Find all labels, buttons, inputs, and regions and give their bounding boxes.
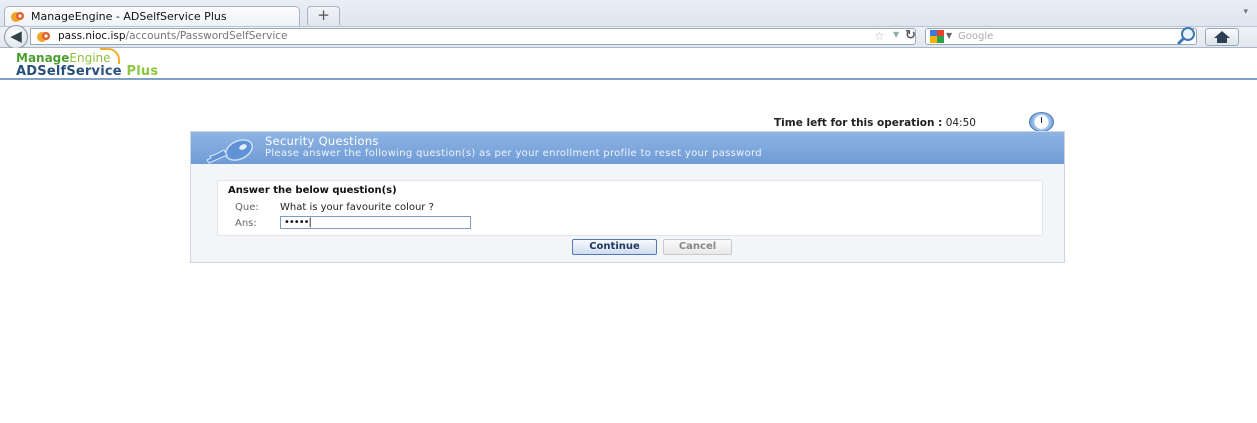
browser-tab[interactable]: ManageEngine - ADSelfService Plus xyxy=(4,6,300,26)
url-path: /accounts/PasswordSelfService xyxy=(125,30,288,42)
search-engine-dropdown-icon[interactable]: ▼ xyxy=(946,31,952,40)
site-favicon-icon xyxy=(37,32,50,42)
bookmark-star-icon[interactable]: ☆ xyxy=(874,29,885,43)
panel-subtitle: Please answer the following question(s) … xyxy=(265,148,762,159)
home-icon xyxy=(1214,31,1230,43)
question-label: Que: xyxy=(235,202,259,213)
app-header: ManageEngine ADSelfService Plus xyxy=(0,48,1257,80)
operation-timer: Time left for this operation : 04:50 xyxy=(774,117,976,129)
timer-value: 04:50 xyxy=(945,117,976,129)
security-questions-panel: Security Questions Please answer the fol… xyxy=(190,131,1065,263)
url-text: pass.nioc.isp/accounts/PasswordSelfServi… xyxy=(58,30,288,42)
continue-button[interactable]: Continue xyxy=(572,239,657,255)
tab-title: ManageEngine - ADSelfService Plus xyxy=(31,10,227,23)
panel-title: Security Questions xyxy=(265,134,379,148)
browser-tab-bar: ManageEngine - ADSelfService Plus + ▾ xyxy=(0,0,1257,27)
question-box: Answer the below question(s) Que: What i… xyxy=(217,180,1043,236)
answer-password-field[interactable]: •••••| xyxy=(280,216,471,229)
url-bar[interactable]: pass.nioc.isp/accounts/PasswordSelfServi… xyxy=(30,28,916,45)
logo-manage: Manage xyxy=(16,51,70,65)
search-placeholder: Google xyxy=(958,31,994,42)
url-host: pass.nioc.isp xyxy=(58,30,126,42)
search-magnifier-icon[interactable] xyxy=(1176,26,1198,46)
question-box-heading: Answer the below question(s) xyxy=(228,185,397,196)
manageengine-logo: ManageEngine xyxy=(16,51,111,65)
home-button[interactable] xyxy=(1205,28,1239,46)
history-dropdown-icon[interactable]: ▼ xyxy=(893,30,899,39)
tab-list-chevron-icon[interactable]: ▾ xyxy=(1243,7,1248,17)
reload-icon[interactable]: ↻ xyxy=(905,28,916,43)
key-icon xyxy=(206,139,253,164)
logo-product: ADSelfService xyxy=(16,64,122,79)
cancel-button[interactable]: Cancel xyxy=(663,239,732,255)
product-logo: ADSelfService Plus xyxy=(16,64,158,79)
logo-arc-icon xyxy=(100,48,120,64)
back-arrow-icon[interactable]: ◀ xyxy=(4,25,28,49)
timer-label: Time left for this operation : xyxy=(774,117,943,129)
google-engine-icon xyxy=(930,30,944,43)
logo-plus: Plus xyxy=(126,64,159,79)
browser-nav-bar: ◀ pass.nioc.isp/accounts/PasswordSelfSer… xyxy=(0,25,1257,49)
clock-icon xyxy=(1029,112,1054,132)
search-bar[interactable]: ▼ Google xyxy=(925,28,1197,45)
new-tab-button[interactable]: + xyxy=(307,6,340,25)
manageengine-favicon-icon xyxy=(11,12,24,22)
question-text: What is your favourite colour ? xyxy=(280,202,434,213)
answer-label: Ans: xyxy=(235,218,257,229)
panel-header: Security Questions Please answer the fol… xyxy=(191,132,1064,164)
